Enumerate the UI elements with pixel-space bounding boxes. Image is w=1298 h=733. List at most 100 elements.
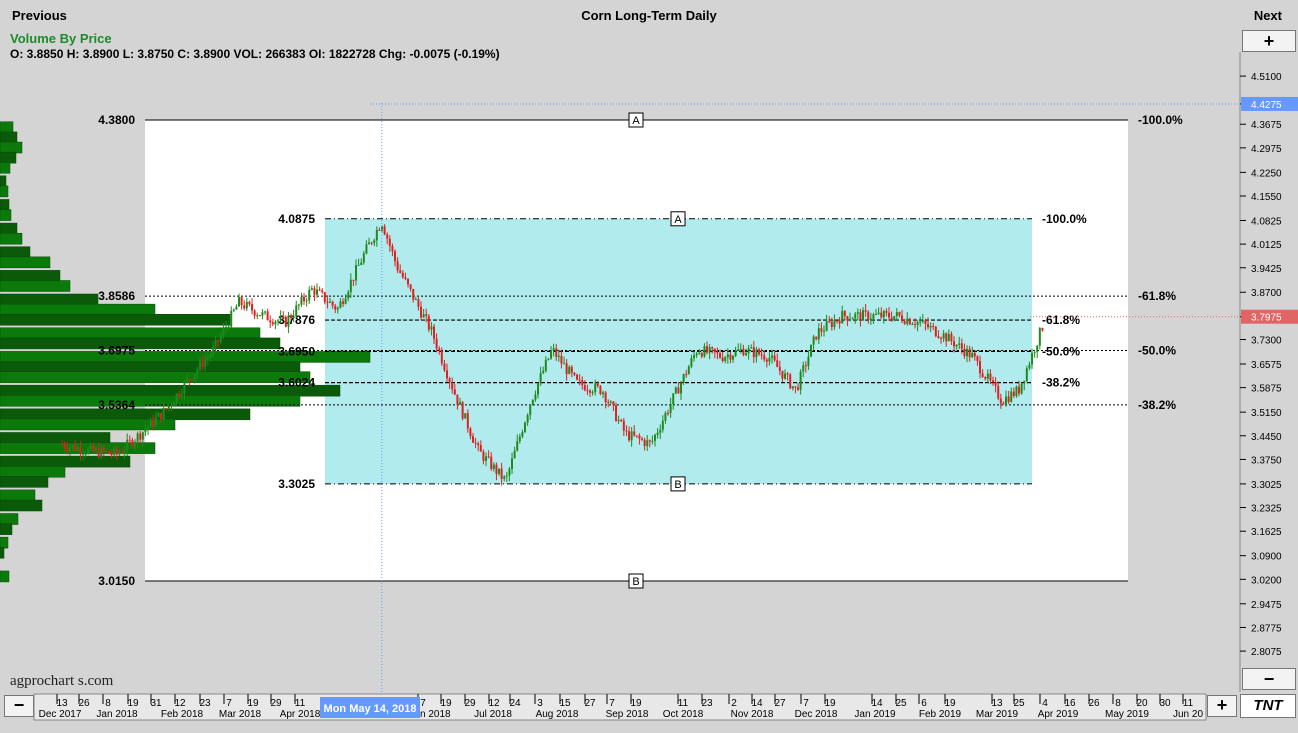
scroll-left-button[interactable]: − (4, 695, 34, 717)
candle-body (108, 451, 111, 454)
candle-body (607, 402, 610, 404)
x-day-label: 4 (1042, 698, 1048, 709)
candle-body (243, 305, 246, 309)
ohlc-readout: O: 3.8850 H: 3.8900 L: 3.8750 C: 3.8900 … (10, 47, 500, 61)
y-tick-label: 2.8075 (1251, 647, 1282, 658)
y-tick-label: 4.0825 (1251, 216, 1282, 227)
candle-body (102, 447, 105, 452)
candle-body (828, 321, 831, 323)
y-tick-label: 4.2975 (1251, 144, 1282, 155)
candle-body (100, 447, 103, 458)
candle-body (105, 451, 108, 453)
candle-body (625, 430, 628, 432)
x-day-label: 14 (871, 698, 883, 709)
candle-body (937, 336, 940, 338)
candle-body (451, 382, 454, 390)
candle-body (843, 311, 846, 317)
chart-canvas[interactable]: 4.3800 3.0150 -100.0% 3.8586 -61.8% 3.6975 -50… (0, 0, 1298, 733)
y-tick-label: 3.0200 (1251, 575, 1282, 586)
x-day-label: 26 (78, 698, 90, 709)
x-day-label: 19 (824, 698, 836, 709)
candle-body (334, 305, 337, 310)
volume-bar (0, 185, 9, 198)
candle-body (318, 289, 321, 291)
outer-high-label: 4.3800 (98, 113, 135, 127)
inner-fib-price-label: 3.6950 (278, 344, 315, 358)
candle-body (713, 348, 716, 353)
candle-body (321, 290, 324, 293)
candle-body (573, 372, 576, 375)
x-day-label: 19 (944, 698, 956, 709)
x-month-label: Jun 20 (1173, 709, 1203, 720)
volume-bar (0, 151, 17, 164)
y-tick-label: 4.5100 (1251, 72, 1282, 83)
candle-body (934, 326, 937, 337)
candle-body (326, 301, 329, 303)
candle-body (693, 355, 696, 359)
candle-body (362, 253, 365, 263)
candle-body (368, 242, 371, 245)
candle-body (846, 316, 849, 321)
candle-body (71, 444, 74, 448)
candle-body (308, 289, 311, 301)
x-month-label: Dec 2017 (39, 709, 82, 720)
candle-body (513, 450, 516, 459)
zoom-out-button[interactable]: − (1242, 668, 1296, 690)
candle-body (856, 312, 859, 314)
next-button[interactable]: Next (1254, 8, 1282, 23)
candle-body (219, 335, 222, 342)
candle-body (695, 353, 698, 356)
inner-low-label: 3.3025 (278, 477, 315, 491)
candle-body (1033, 352, 1036, 354)
candle-body (734, 350, 737, 356)
volume-bar (0, 499, 43, 512)
candle-body (859, 312, 862, 321)
scroll-right-button[interactable]: + (1207, 695, 1237, 717)
y-tick-label: 4.1550 (1251, 192, 1282, 203)
candle-body (435, 338, 438, 349)
candle-body (836, 320, 839, 322)
candle-body (542, 370, 545, 374)
candle-body (641, 438, 644, 440)
cursor-date-label: Mon May 14, 2018 (324, 703, 417, 715)
candle-body (352, 279, 355, 281)
candle-body (659, 429, 662, 433)
volume-bar (0, 270, 61, 282)
y-tick-label: 4.2250 (1251, 168, 1282, 179)
tnt-logo: TNT (1240, 694, 1296, 718)
candle-body (126, 439, 129, 451)
candle-body (594, 383, 597, 393)
candle-body (420, 306, 423, 318)
candle-body (503, 476, 506, 479)
candle-body (277, 320, 280, 322)
candle-body (911, 324, 914, 326)
y-tick-label: 3.2325 (1251, 504, 1282, 515)
candle-body (947, 333, 950, 342)
candle-body (149, 419, 152, 427)
candle-body (121, 452, 124, 454)
candle-body (76, 447, 79, 451)
x-day-label: 19 (440, 698, 452, 709)
candle-body (186, 378, 189, 382)
candle-body (747, 348, 750, 354)
candle-body (1025, 368, 1028, 381)
candle-body (550, 350, 553, 359)
candle-body (167, 405, 170, 410)
candle-body (448, 378, 451, 383)
candle-body (960, 343, 963, 349)
x-day-label: 13 (56, 698, 68, 709)
candle-body (297, 304, 300, 306)
candle-body (417, 299, 420, 307)
y-tick-label: 3.5150 (1251, 408, 1282, 419)
zoom-in-button[interactable]: + (1242, 30, 1296, 52)
candle-body (154, 417, 157, 426)
x-month-label: Jan 2018 (96, 709, 138, 720)
x-month-label: Dec 2018 (795, 709, 838, 720)
candle-body (95, 448, 98, 451)
volume-bar (0, 175, 7, 188)
candle-body (227, 326, 230, 328)
candle-body (477, 443, 480, 446)
candle-body (781, 370, 784, 379)
candle-body (225, 326, 228, 329)
candle-body (446, 370, 449, 379)
